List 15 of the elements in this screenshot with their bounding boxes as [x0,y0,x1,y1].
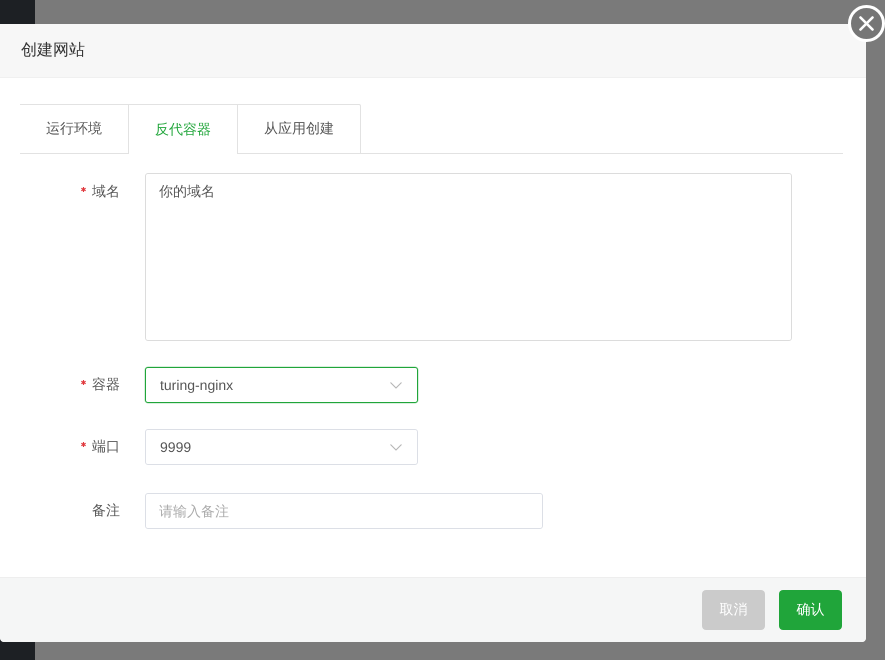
field-label: 备注 [92,502,120,520]
chevron-down-icon [390,444,402,450]
dropdown-select[interactable]: turing-nginx [145,367,418,403]
field-label: 端口 [92,438,120,456]
close-icon [859,16,874,31]
dialog-title: 创建网站 [21,40,85,61]
chevron-down-icon [390,382,402,388]
tab[interactable]: 从应用创建 [238,104,361,153]
field-label: 容器 [92,376,120,394]
dropdown-select[interactable]: 9999 [145,429,418,465]
tab[interactable]: 运行环境 [20,104,129,153]
field-label: 域名 [92,183,120,201]
domain-textarea[interactable]: 你的域名 [145,173,792,341]
remark-input[interactable]: 请输入备注 [145,493,543,529]
close-button[interactable] [848,5,885,42]
